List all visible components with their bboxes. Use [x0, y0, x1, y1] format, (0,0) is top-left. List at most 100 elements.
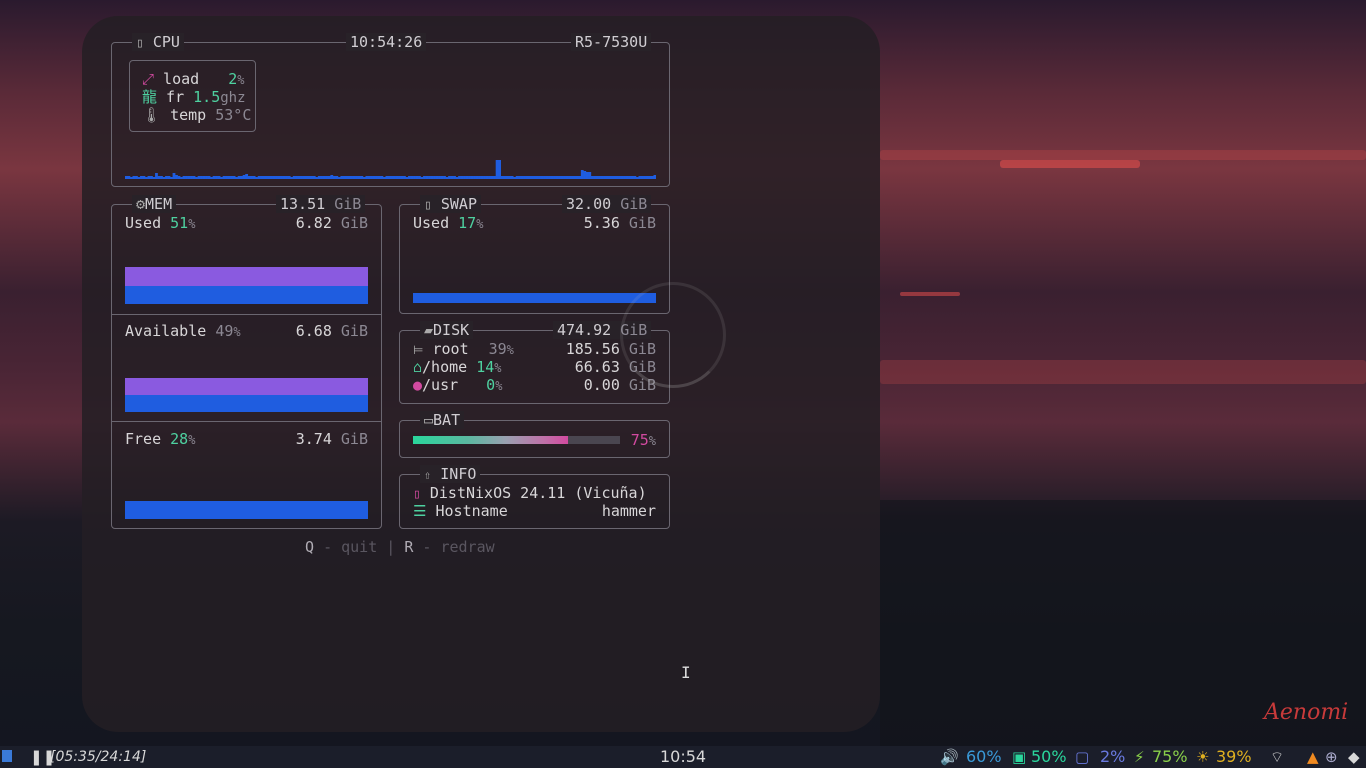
cpu-graph-bar: [345, 176, 349, 179]
cpu-graph-bar: [448, 176, 451, 179]
cpu-graph-bar: [605, 176, 609, 179]
cpu-graph-bar: [250, 176, 254, 179]
cpu-graph-bar: [395, 176, 399, 179]
swap-title: SWAP: [440, 195, 477, 213]
cpu-graph-bar: [618, 176, 622, 179]
cpu-graph-bar: [362, 177, 366, 179]
memory-icon: ▢: [1075, 748, 1090, 766]
cpu-graph-bar: [367, 176, 371, 179]
mem-free-graph: [125, 501, 368, 519]
info-title: INFO: [440, 465, 477, 483]
mem-used-graph-top: [125, 267, 368, 286]
cpu-graph-bar: [490, 176, 494, 179]
cpu-graph-bar: [523, 176, 527, 179]
battery-panel: ▭BAT 75%: [399, 411, 670, 458]
signature-logo: Aenomi: [1264, 700, 1349, 725]
cpu-graph-bar: [390, 176, 394, 179]
cpu-title: CPU: [152, 33, 180, 51]
home-icon: ⌂: [413, 358, 423, 376]
cpu-graph-bar: [235, 177, 239, 179]
cpu-graph-bar: [320, 176, 324, 179]
cpu-graph-bar: [265, 176, 269, 179]
cpu-graph-bar: [555, 176, 559, 179]
cpu-load-label: load: [163, 70, 200, 88]
cpu-graph-bar: [132, 176, 136, 179]
os-icon: ▯: [413, 487, 421, 502]
cpu-graph-bar: [297, 176, 301, 179]
cpu-graph-bar: [142, 176, 146, 179]
cpu-graph-bar: [428, 176, 431, 179]
cpu-graph-bar: [130, 177, 133, 179]
cpu-graph-bar: [565, 176, 569, 179]
cpu-model: R5-7530U: [571, 33, 652, 51]
cpu-graph-bar: [237, 176, 241, 179]
memory-level: 2%: [1100, 747, 1126, 766]
cpu-graph-bar: [385, 176, 389, 179]
battery-bar-fill: [413, 436, 569, 444]
info-panel: ⇧ INFO ▯ DistNixOS 24.11 (Vicuña) ☰ Host…: [399, 465, 670, 529]
cpu-graph-bar: [588, 172, 592, 179]
cpu-graph-bar: [200, 176, 203, 179]
redraw-key[interactable]: R: [404, 538, 413, 556]
wifi-icon[interactable]: ⌔: [1270, 748, 1284, 766]
volume-level: 60%: [966, 747, 1002, 766]
cpu-graph-bar: [520, 176, 524, 179]
swap-used-graph: [413, 293, 656, 303]
quit-key[interactable]: Q: [305, 538, 314, 556]
cpu-graph-bar: [543, 176, 547, 179]
cpu-graph-bar: [125, 176, 128, 179]
cpu-graph-bar: [277, 176, 281, 179]
chip-icon: ⚙: [136, 195, 146, 213]
cpu-graph-bar: [493, 176, 496, 179]
cpu-graph-bar: [633, 176, 637, 179]
cpu-graph-bar: [332, 176, 336, 179]
cpu-graph-bar: [180, 177, 183, 179]
mem-free-label: Free: [125, 430, 162, 448]
media-timer: [05:35/24:14]: [50, 749, 147, 765]
battery-level: 75%: [1152, 747, 1188, 766]
diamond-icon[interactable]: ◆: [1348, 748, 1360, 766]
cpu-chip-icon: ▣: [1012, 748, 1027, 766]
mem-used-value: 6.82: [295, 214, 332, 232]
cpu-graph-bar: [430, 176, 434, 179]
mem-title: MEM: [145, 195, 173, 213]
cpu-graph-bar: [450, 176, 454, 179]
chart-line-icon: ⤢: [142, 70, 155, 88]
cpu-graph-bar: [485, 176, 489, 179]
volume-icon[interactable]: 🔊: [940, 748, 959, 766]
terminal-window[interactable]: ▯ CPU 10:54:26 R5-7530U ⤢ load 2% 龍 fr 1…: [82, 16, 880, 732]
swap-panel: ▯ SWAP 32.00 GiB Used 17% 5.36 GiB: [399, 195, 670, 314]
vlc-icon[interactable]: ▲: [1307, 748, 1319, 766]
brightness-level: 39%: [1216, 747, 1252, 766]
cpu-graph-bar: [578, 176, 582, 179]
cpu-graph-bar: [282, 176, 286, 179]
cpu-graph-bar: [185, 176, 188, 179]
cpu-graph-bar: [270, 176, 274, 179]
cpu-graph-bar: [628, 176, 632, 179]
mem-panel: ⚙MEM 13.51 GiB Used 51% 6.82 GiB Availab…: [111, 195, 382, 529]
cpu-graph-bar: [613, 176, 617, 179]
cpu-graph-bar: [425, 176, 429, 179]
cpu-graph-bar: [623, 176, 627, 179]
status-clock[interactable]: 10:54: [660, 748, 706, 766]
gamepad-icon[interactable]: ⊕: [1325, 748, 1338, 766]
cpu-graph-bar: [518, 176, 522, 179]
workspace-icon[interactable]: [2, 750, 12, 762]
cpu-graph-bar: [127, 176, 131, 179]
cpu-graph-bar: [388, 176, 391, 179]
dragon-icon: 龍: [142, 88, 158, 106]
cpu-graph-bar: [337, 177, 341, 179]
cpu-freq-unit: ghz: [220, 90, 246, 106]
cpu-graph-bar: [513, 177, 517, 179]
cpu-graph-bar: [645, 176, 649, 179]
mem-available-label: Available: [125, 322, 207, 340]
cpu-graph-bar: [215, 176, 218, 179]
cpu-graph-bar: [240, 176, 244, 179]
cpu-graph-bar: [480, 176, 484, 179]
cpu-graph-bar: [312, 176, 316, 179]
cpu-graph-bar: [145, 177, 148, 179]
cpu-graph-bar: [135, 176, 138, 179]
cpu-graph-bar: [458, 176, 461, 179]
cpu-graph-bar: [648, 176, 652, 179]
cpu-graph-bar: [525, 176, 529, 179]
